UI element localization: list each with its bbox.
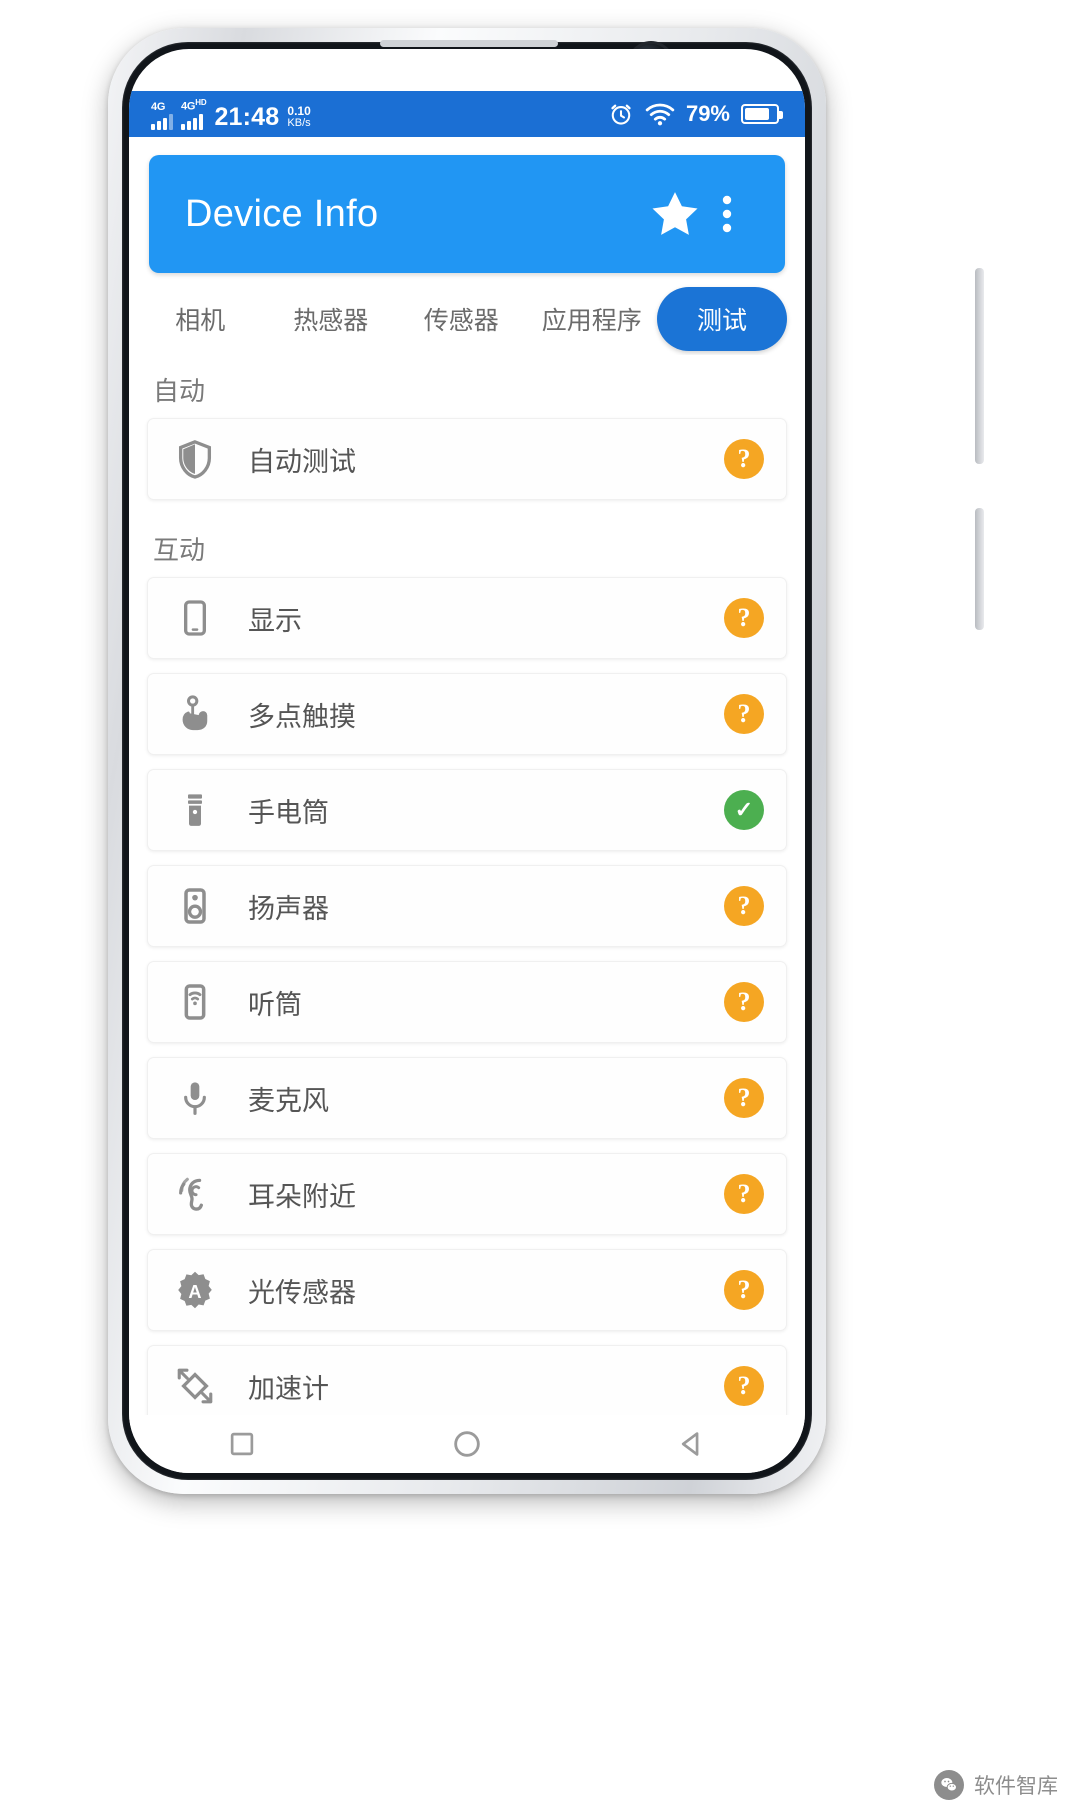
status-bar: 4G 4GHD 21:48 0.10 KB/s 79%: [129, 91, 805, 137]
alarm-icon: [611, 104, 631, 125]
proximity-ear-icon: [168, 1167, 222, 1221]
phone-screen: 4G 4GHD 21:48 0.10 KB/s 79% Device Info …: [129, 49, 805, 1473]
sim2-signal: 4GHD: [181, 98, 207, 130]
tab-tests[interactable]: 测试: [657, 287, 788, 351]
status-badge[interactable]: ?: [724, 1270, 764, 1310]
speaker-icon: [168, 879, 222, 933]
list-item[interactable]: 加速计 ?: [147, 1345, 787, 1415]
list-item[interactable]: 自动测试 ?: [147, 418, 787, 500]
list-item[interactable]: 听筒 ?: [147, 961, 787, 1043]
shield-icon: [168, 432, 222, 486]
back-button[interactable]: [647, 1416, 737, 1472]
battery-percent-label: 79%: [685, 101, 730, 126]
list-item[interactable]: 多点触摸 ?: [147, 673, 787, 755]
list-item[interactable]: 显示 ?: [147, 577, 787, 659]
list-item[interactable]: 扬声器 ?: [147, 865, 787, 947]
home-button[interactable]: [422, 1416, 512, 1472]
section-header-interactive: 互动: [153, 535, 206, 565]
list-item-label: 听筒: [248, 989, 302, 1020]
sim2-network-label: 4GHD: [181, 98, 207, 113]
more-vertical-icon: [722, 195, 732, 233]
watermark-text: 软件智库: [974, 1775, 1058, 1798]
list-item[interactable]: 麦克风 ?: [147, 1057, 787, 1139]
volume-button[interactable]: [975, 508, 984, 630]
list-item-label: 麦克风: [248, 1085, 329, 1116]
network-speed: 0.10 KB/s: [287, 105, 310, 130]
network-speed-value: 0.10: [287, 103, 311, 118]
status-bar-right: 79%: [608, 101, 783, 127]
page-title: Device Info: [185, 192, 379, 235]
sim1-network-label: 4G: [151, 100, 166, 113]
section-header-auto: 自动: [153, 376, 206, 406]
earpiece-speaker-grille: [380, 40, 558, 47]
battery-icon: [741, 104, 783, 124]
brightness-a-icon: A: [168, 1263, 222, 1317]
tab-strip: 相机 热感器 传感器 应用程序 测试: [129, 283, 805, 355]
network-speed-unit: KB/s: [287, 116, 311, 129]
list-item-label: 耳朵附近: [248, 1181, 356, 1212]
list-item-label: 扬声器: [248, 893, 329, 924]
status-badge[interactable]: ?: [724, 982, 764, 1022]
list-item[interactable]: 手电筒 ✓: [147, 769, 787, 851]
home-circle-icon: [454, 1431, 480, 1457]
recents-square-icon: [230, 1432, 253, 1456]
status-badge[interactable]: ?: [724, 1366, 764, 1406]
system-nav-bar: [129, 1415, 805, 1473]
list-item-label: 加速计: [248, 1373, 329, 1404]
power-button[interactable]: [975, 268, 984, 464]
list-item[interactable]: 耳朵附近 ?: [147, 1153, 787, 1235]
status-clock: 21:48: [214, 102, 280, 131]
app-bar: Device Info: [149, 155, 785, 273]
status-badge[interactable]: ?: [724, 886, 764, 926]
sim2-signal-bars-icon: [181, 113, 203, 130]
star-icon: [652, 192, 698, 235]
status-badge[interactable]: ?: [724, 1078, 764, 1118]
list-item-label: 多点触摸: [248, 701, 356, 732]
status-badge[interactable]: ?: [724, 598, 764, 638]
status-badge[interactable]: ✓: [724, 790, 764, 830]
battery-fill: [745, 108, 769, 120]
wechat-icon: [934, 1770, 964, 1800]
smartphone-icon: [168, 591, 222, 645]
tab-sensors[interactable]: 传感器: [396, 301, 527, 337]
tab-camera[interactable]: 相机: [135, 301, 266, 337]
microphone-icon: [168, 1071, 222, 1125]
list-item-label: 自动测试: [248, 446, 356, 477]
list-item-label: 光传感器: [248, 1277, 356, 1308]
list-item-label: 显示: [248, 605, 302, 636]
status-bar-left: 4G 4GHD 21:48 0.10 KB/s: [151, 98, 608, 130]
status-badge[interactable]: ?: [724, 1174, 764, 1214]
tab-apps[interactable]: 应用程序: [527, 301, 658, 337]
flashlight-icon: [168, 783, 222, 837]
status-badge[interactable]: ?: [724, 439, 764, 479]
recents-button[interactable]: [197, 1416, 287, 1472]
watermark: 软件智库: [934, 1770, 1058, 1800]
sim1-signal: 4G: [151, 100, 173, 130]
tab-thermal[interactable]: 热感器: [266, 301, 397, 337]
favorite-button[interactable]: [647, 186, 703, 242]
sim1-signal-bars-icon: [151, 113, 173, 130]
list-item[interactable]: A 光传感器 ?: [147, 1249, 787, 1331]
wifi-icon: [645, 103, 675, 126]
status-badge[interactable]: ?: [724, 694, 764, 734]
back-triangle-icon: [682, 1432, 699, 1456]
touch-icon: [168, 687, 222, 741]
overflow-menu-button[interactable]: [703, 186, 751, 242]
earpiece-icon: [168, 975, 222, 1029]
test-list[interactable]: 自动 自动测试 ? 互动 显示 ? 多点触摸 ? 手电筒 ✓ 扬声器 ? 听筒 …: [129, 355, 805, 1415]
list-item-label: 手电筒: [248, 797, 329, 828]
accelerometer-icon: [168, 1359, 222, 1413]
svg-text:A: A: [188, 1282, 201, 1302]
